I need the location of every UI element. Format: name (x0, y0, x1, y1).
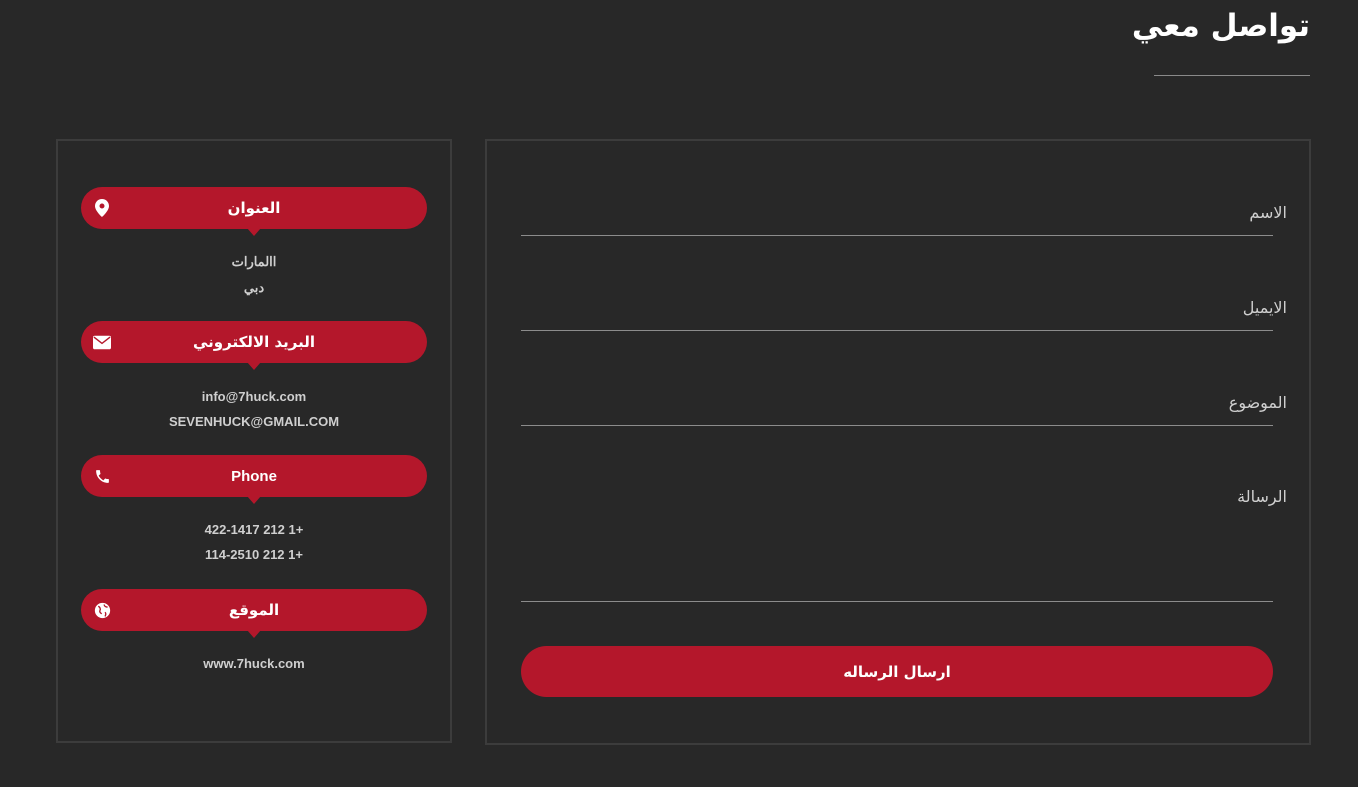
message-field[interactable] (521, 601, 1273, 602)
name-field[interactable] (521, 235, 1273, 236)
address-label: العنوان (227, 199, 281, 217)
page-title: تواصل معي (1131, 8, 1310, 44)
phone-line-1[interactable]: +1 212 422-1417 (58, 522, 450, 537)
website-line-1[interactable]: www.7huck.com (58, 656, 450, 671)
email-field[interactable] (521, 330, 1273, 331)
email-line-2[interactable]: SEVENHUCK@GMAIL.COM (58, 414, 450, 429)
website-header: الموقع (81, 589, 427, 638)
message-field-label[interactable]: الرسالة (1237, 487, 1287, 506)
phone-label: Phone (231, 467, 277, 485)
phone-line-2[interactable]: +1 212 114-2510 (58, 547, 450, 562)
email-label: البريد الالكتروني (193, 333, 315, 351)
envelope-icon (93, 333, 111, 351)
phone-header: Phone (81, 455, 427, 504)
send-message-button[interactable]: ارسال الرساله (521, 646, 1273, 697)
globe-icon (93, 601, 111, 619)
contact-info-card: العنوان االمارات دبي البريد الالكتروني i… (56, 139, 452, 743)
name-field-label[interactable]: الاسم (1249, 203, 1287, 222)
map-marker-icon (93, 199, 111, 217)
website-label: الموقع (228, 601, 280, 619)
phone-icon (93, 467, 111, 485)
address-header: العنوان (81, 187, 427, 236)
email-line-1[interactable]: info@7huck.com (58, 389, 450, 404)
email-header: البريد الالكتروني (81, 321, 427, 370)
email-field-label[interactable]: الايميل (1243, 298, 1287, 317)
subject-field-label[interactable]: الموضوع (1229, 393, 1287, 412)
address-line-1: االمارات (231, 254, 277, 269)
address-line-2: دبي (243, 280, 265, 295)
contact-form: الاسم الايميل الموضوع الرسالة ارسال الرس… (485, 139, 1311, 745)
subject-field[interactable] (521, 425, 1273, 426)
title-underline (1154, 75, 1310, 76)
